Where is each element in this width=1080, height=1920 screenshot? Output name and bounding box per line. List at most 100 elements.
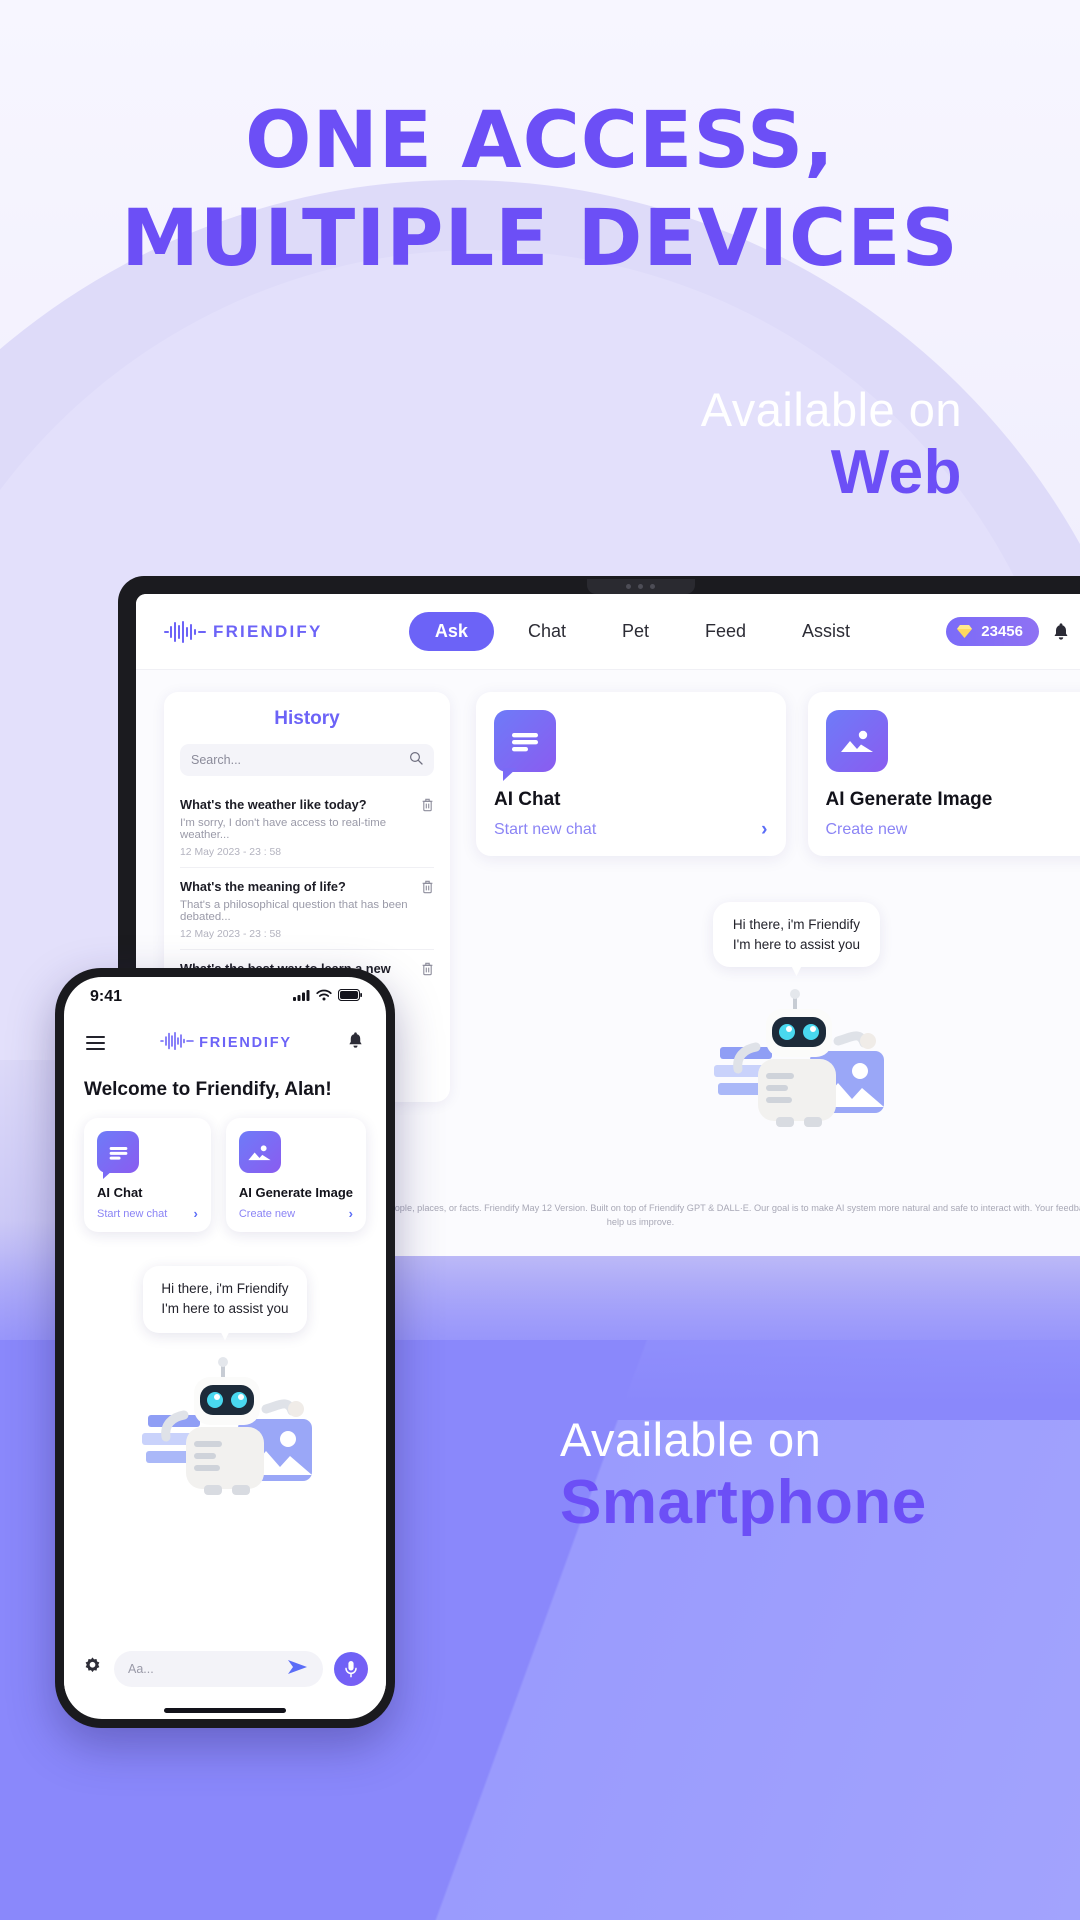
phone-input-bar: Aa... <box>64 1637 386 1701</box>
chevron-right-icon[interactable]: › <box>761 819 767 841</box>
web-action-cards: AI Chat Start new chat › AI Generate Ima… <box>476 692 1080 856</box>
history-item[interactable]: What's the weather like today? I'm sorry… <box>180 786 434 868</box>
home-indicator-bar <box>164 1707 286 1713</box>
settings-gear-icon[interactable] <box>82 1656 103 1682</box>
signal-icon <box>293 988 310 1006</box>
phone-mockup: 9:41 FRIENDIFY Welcome to Friendify, Ala… <box>55 968 395 1728</box>
credits-amount: 23456 <box>981 623 1023 640</box>
battery-icon <box>337 988 362 1006</box>
assistant-greeting-bubble: Hi there, i'm Friendify I'm here to assi… <box>143 1266 307 1333</box>
chat-icon <box>97 1131 139 1179</box>
send-icon[interactable] <box>287 1658 309 1681</box>
delete-icon[interactable] <box>421 880 434 899</box>
history-date: 12 May 2023 - 23 : 58 <box>180 847 282 858</box>
notification-bell-icon[interactable] <box>347 1031 364 1055</box>
available-on-smartphone-big: Smartphone <box>560 1467 927 1537</box>
hamburger-menu-icon[interactable] <box>86 1036 105 1050</box>
card-action-row: Create new › <box>826 819 1080 841</box>
history-title: History <box>274 708 340 729</box>
phone-home-indicator <box>64 1701 386 1719</box>
available-on-web-big: Web <box>830 437 962 507</box>
card-ai-generate-image[interactable]: AI Generate Image Create new › <box>807 692 1080 856</box>
phone-content: Welcome to Friendify, Alan! AI Chat Star… <box>64 1069 386 1637</box>
robot-mascot-icon <box>692 981 902 1131</box>
laptop-camera-dot <box>638 584 643 589</box>
card-link[interactable]: Create new <box>826 821 908 839</box>
waveform-logo-icon <box>160 1031 194 1055</box>
available-on-smartphone-label: Available on Smartphone <box>560 1414 927 1540</box>
web-assistant-area: Hi there, i'm Friendify I'm here to assi… <box>476 902 1080 1131</box>
card-title: AI Generate Image <box>825 789 993 810</box>
chevron-right-icon[interactable]: › <box>349 1206 353 1221</box>
laptop-camera-notch <box>586 579 695 594</box>
web-nav-right: 23456 <box>872 615 1080 649</box>
web-navbar: FRIENDIFY Ask Chat Pet Feed Assist 23456 <box>136 594 1080 670</box>
notification-bell-icon[interactable] <box>1052 622 1070 642</box>
phone-brand-name: FRIENDIFY <box>199 1035 292 1051</box>
bubble-line-2: I'm here to assist you <box>732 936 861 952</box>
burger-line <box>86 1042 105 1044</box>
available-on-web-small: Available on <box>700 383 962 436</box>
burger-line <box>86 1048 105 1050</box>
welcome-message: Welcome to Friendify, Alan! <box>84 1079 332 1100</box>
credits-badge[interactable]: 23456 <box>946 617 1039 646</box>
robot-mascot-icon <box>120 1349 330 1499</box>
tab-chat[interactable]: Chat <box>506 612 588 651</box>
card-title: AI Chat <box>97 1185 143 1200</box>
chevron-right-icon[interactable]: › <box>194 1206 198 1221</box>
tab-feed[interactable]: Feed <box>683 612 768 651</box>
tab-assist[interactable]: Assist <box>780 612 872 651</box>
image-icon <box>238 1131 281 1173</box>
status-icons <box>293 988 362 1006</box>
card-link[interactable]: Start new chat <box>494 821 596 839</box>
phone-brand: FRIENDIFY <box>160 1031 292 1055</box>
history-question: What's the weather like today? <box>180 797 367 812</box>
laptop-sensor-dot <box>626 584 631 589</box>
history-search-input[interactable]: Search... <box>180 744 434 776</box>
phone-screen: 9:41 FRIENDIFY Welcome to Friendify, Ala… <box>64 977 386 1719</box>
microphone-button[interactable] <box>334 1652 368 1686</box>
web-right-column: AI Chat Start new chat › AI Generate Ima… <box>450 692 1080 1256</box>
bubble-line-1: Hi there, i'm Friendify <box>161 1281 289 1296</box>
message-input-placeholder: Aa... <box>128 1662 154 1676</box>
phone-body: 9:41 FRIENDIFY Welcome to Friendify, Ala… <box>55 968 395 1728</box>
web-brand-name: FRIENDIFY <box>213 621 323 641</box>
history-search-placeholder: Search... <box>191 753 242 767</box>
card-action-row: Create new › <box>239 1206 353 1221</box>
card-title: AI Chat <box>494 789 561 810</box>
headline-line-1: ONE ACCESS, <box>245 96 835 186</box>
search-icon <box>409 751 423 770</box>
waveform-logo-icon <box>164 620 206 643</box>
card-ai-chat[interactable]: AI Chat Start new chat › <box>476 692 786 856</box>
headline-line-2: MULTIPLE DEVICES <box>121 194 959 285</box>
status-time: 9:41 <box>90 988 123 1005</box>
history-answer: I'm sorry, I don't have access to real-t… <box>180 817 387 841</box>
gem-icon <box>956 624 973 639</box>
delete-icon[interactable] <box>421 798 434 817</box>
card-ai-generate-image[interactable]: AI Generate Image Create new › <box>225 1118 366 1232</box>
card-link[interactable]: Create new <box>239 1208 295 1220</box>
phone-status-bar: 9:41 <box>64 977 386 1017</box>
chat-icon <box>494 710 556 781</box>
card-link[interactable]: Start new chat <box>97 1208 167 1220</box>
web-nav-tabs: Ask Chat Pet Feed Assist <box>408 612 872 651</box>
page-title: ONE ACCESS, MULTIPLE DEVICES <box>0 92 1080 289</box>
delete-icon[interactable] <box>421 962 434 981</box>
card-ai-chat[interactable]: AI Chat Start new chat › <box>84 1118 211 1232</box>
phone-action-cards: AI Chat Start new chat › AI Generate Ima… <box>84 1118 366 1232</box>
web-brand[interactable]: FRIENDIFY <box>164 620 409 643</box>
phone-header: FRIENDIFY <box>64 1017 386 1069</box>
message-input[interactable]: Aa... <box>114 1651 323 1687</box>
tab-pet[interactable]: Pet <box>600 612 671 651</box>
wifi-icon <box>316 988 332 1006</box>
bubble-line-1: Hi there, i'm Friendify <box>732 917 861 932</box>
card-title: AI Generate Image <box>238 1185 353 1200</box>
phone-assistant-area: Hi there, i'm Friendify I'm here to assi… <box>84 1266 366 1499</box>
card-action-row: Start new chat › <box>97 1206 198 1221</box>
image-icon <box>825 710 888 772</box>
tab-ask[interactable]: Ask <box>408 612 494 651</box>
history-item[interactable]: What's the meaning of life? That's a phi… <box>180 868 434 950</box>
history-question: What's the meaning of life? <box>180 879 346 894</box>
history-answer: That's a philosophical question that has… <box>180 899 408 923</box>
available-on-web-label: Available on Web <box>700 383 962 510</box>
